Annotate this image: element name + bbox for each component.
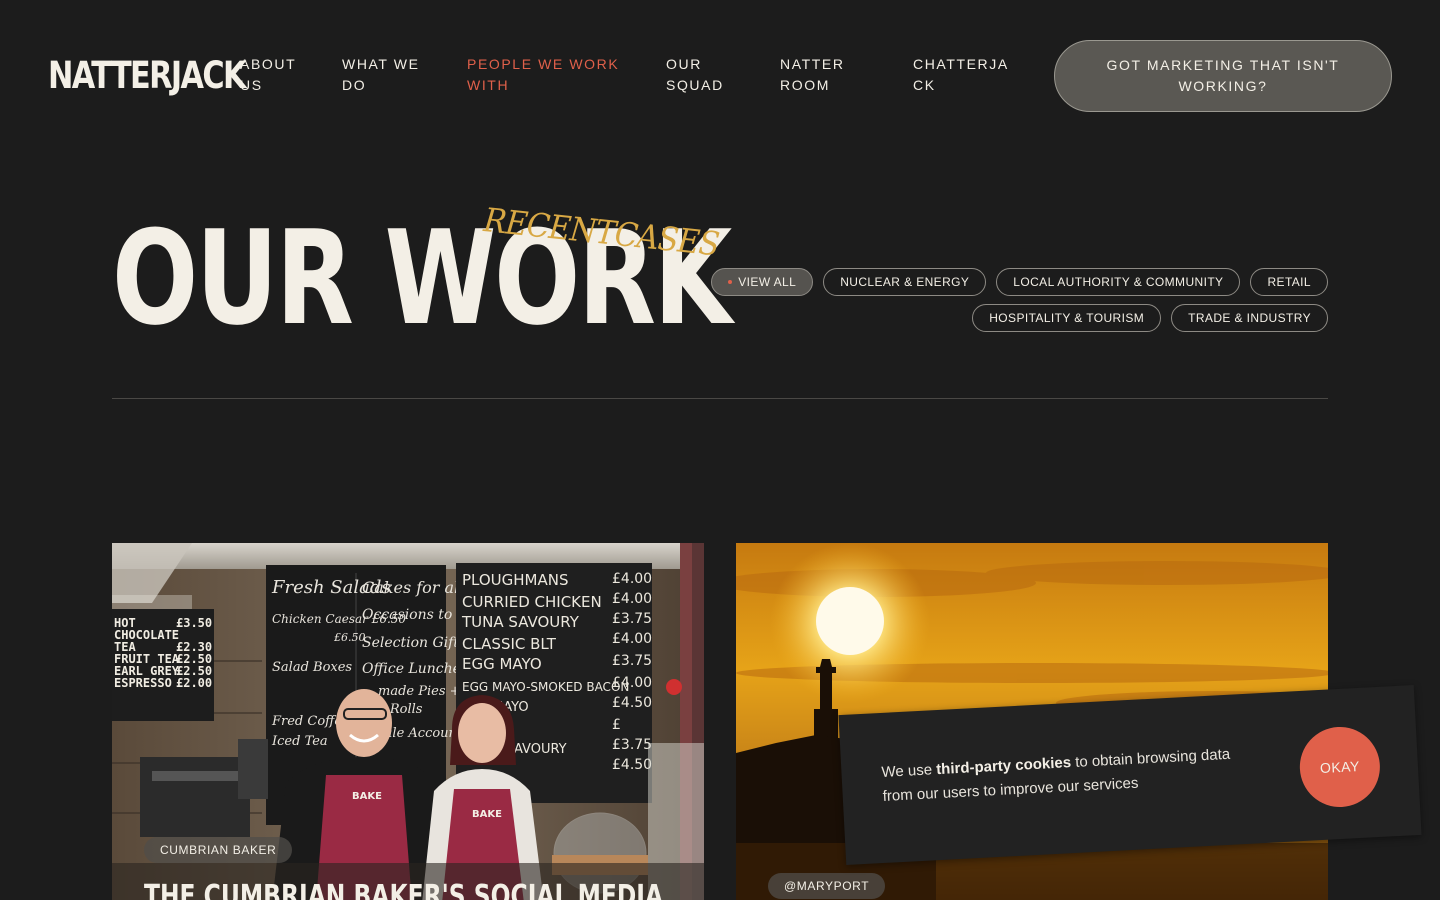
board-item: PLOUGHMANS <box>462 571 569 589</box>
nav-label-line2: US <box>240 77 263 93</box>
board-price: £4.50 <box>612 695 652 711</box>
filter-label: HOSPITALITY & TOURISM <box>989 311 1145 325</box>
filter-label: TRADE & INDUSTRY <box>1188 311 1311 325</box>
board-item: CLASSIC BLT <box>462 635 557 653</box>
site-logo[interactable]: NATTERJACK <box>48 57 246 94</box>
nav-label-line1: OUR <box>666 56 702 72</box>
nav-our-squad[interactable]: OUR SQUAD <box>666 54 724 96</box>
nav-label-line1: NATTER <box>780 56 845 72</box>
board-price: £ <box>612 717 621 733</box>
board-item: AVOURY <box>514 742 567 757</box>
nav-chatterjack[interactable]: CHATTERJA CK <box>913 54 1009 96</box>
board-price: £4.50 <box>612 757 652 773</box>
nav-label-line2: DO <box>342 77 367 93</box>
filter-label: RETAIL <box>1267 275 1311 289</box>
filter-retail[interactable]: RETAIL <box>1250 268 1328 296</box>
filter-label: LOCAL AUTHORITY & COMMUNITY <box>1013 275 1224 289</box>
board-price: £4.00 <box>612 591 652 607</box>
filter-label: NUCLEAR & ENERGY <box>840 275 970 289</box>
filter-local-authority-community[interactable]: LOCAL AUTHORITY & COMMUNITY <box>996 268 1241 296</box>
nav-label-line1: CHATTERJA <box>913 56 1009 72</box>
board-price: £2.00 <box>176 676 212 690</box>
board-item: Iced Tea <box>271 734 328 749</box>
case-card-cumbrian-baker[interactable]: HOT CHOCOLATE TEA FRUIT TEA EARL GREY ES… <box>112 543 704 900</box>
apron-logo: BAKE <box>472 809 502 820</box>
filter-chips: VIEW ALL NUCLEAR & ENERGY LOCAL AUTHORIT… <box>708 268 1328 340</box>
board-price: £4.00 <box>612 571 652 587</box>
nav-about-us[interactable]: ABOUT US <box>240 54 296 96</box>
filter-trade-industry[interactable]: TRADE & INDUSTRY <box>1171 304 1328 332</box>
nav-label-line1: PEOPLE WE WORK <box>467 56 620 72</box>
board-price: £4.00 <box>612 675 652 691</box>
board-price: £3.75 <box>612 611 652 627</box>
board-item: £6.50 <box>333 631 366 644</box>
nav-label-line2: ROOM <box>780 77 830 93</box>
case-title: THE CUMBRIAN BAKER'S SOCIAL MEDIA <box>144 879 664 900</box>
board-item: Salad Boxes <box>272 660 352 675</box>
board-price: £4.00 <box>612 631 652 647</box>
apron-logo: BAKE <box>352 791 382 802</box>
left-board-menu: HOT CHOCOLATE TEA FRUIT TEA EARL GREY ES… <box>114 616 212 690</box>
board-price: £3.50 <box>176 616 212 630</box>
board-item: TUNA SAVOURY <box>461 613 580 631</box>
nav-people-we-work-with[interactable]: PEOPLE WE WORK WITH <box>467 54 619 96</box>
board-item: CURRIED CHICKEN <box>462 593 602 611</box>
board-item: ESPRESSO <box>114 676 172 690</box>
board-item: made Pies + <box>378 684 461 699</box>
nav-label-line2: CK <box>913 77 936 93</box>
filter-row: HOSPITALITY & TOURISM TRADE & INDUSTRY <box>708 304 1328 332</box>
cta-label-line1: GOT MARKETING THAT ISN'T <box>1106 57 1340 73</box>
case-tag[interactable]: CUMBRIAN BAKER <box>144 837 293 863</box>
section-divider <box>112 398 1328 399</box>
cookie-message: We use third-party cookies to obtain bro… <box>881 743 1233 809</box>
nav-label-line1: ABOUT <box>240 56 297 72</box>
filter-hospitality-tourism[interactable]: HOSPITALITY & TOURISM <box>972 304 1162 332</box>
nav-label-line2: WITH <box>467 77 510 93</box>
cookie-text-bold: third-party cookies <box>935 754 1072 779</box>
filter-nuclear-energy[interactable]: NUCLEAR & ENERGY <box>823 268 987 296</box>
board-item: Cakes for all <box>362 578 464 597</box>
cookie-text-before: We use <box>881 761 937 781</box>
active-dot-icon <box>728 280 733 284</box>
site-header: NATTERJACK ABOUT US WHAT WE DO PEOPLE WE… <box>48 40 1392 112</box>
nav-label-line1: WHAT WE <box>342 56 420 72</box>
filter-view-all[interactable]: VIEW ALL <box>711 268 814 296</box>
nav-label-line2: SQUAD <box>666 77 724 93</box>
nav-what-we-do[interactable]: WHAT WE DO <box>342 54 420 96</box>
board-item: EGG MAYO-SMOKED BACON <box>462 680 629 694</box>
filter-row: VIEW ALL NUCLEAR & ENERGY LOCAL AUTHORIT… <box>708 268 1328 296</box>
filter-label: VIEW ALL <box>738 275 797 289</box>
nav-natter-room[interactable]: NATTER ROOM <box>780 54 845 96</box>
cookie-okay-button[interactable]: OKAY <box>1297 724 1382 810</box>
case-tag[interactable]: @MARYPORT <box>768 873 886 899</box>
board-item: Office Lunches <box>362 661 468 677</box>
board-price: £3.75 <box>612 653 652 669</box>
board-price: £3.75 <box>612 737 652 753</box>
marketing-cta-button[interactable]: GOT MARKETING THAT ISN'T WORKING? <box>1054 40 1392 112</box>
cookie-banner: We use third-party cookies to obtain bro… <box>838 685 1422 865</box>
cta-label-line2: WORKING? <box>1178 78 1268 94</box>
board-item: EGG MAYO <box>462 655 542 673</box>
